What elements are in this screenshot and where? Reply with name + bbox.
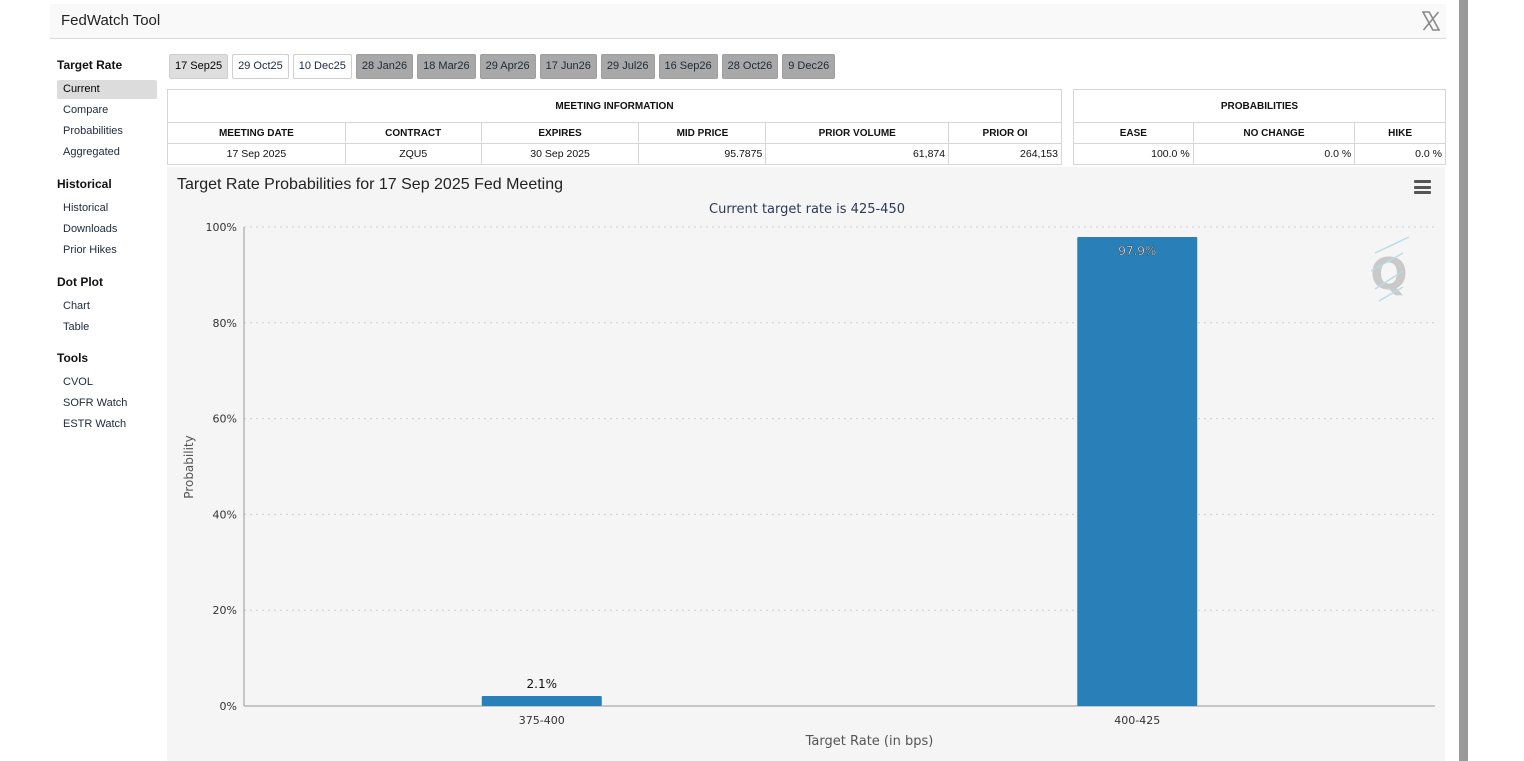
y-tick-label-0: 0% (220, 700, 237, 713)
y-tick-label-5: 100% (206, 221, 237, 234)
meeting-info-header-4: MID PRICE (638, 122, 767, 144)
meeting-information-table: MEETING INFORMATION MEETING DATE CONTRACT… (167, 89, 1062, 165)
probabilities-cell-1: 100.0 % (1073, 143, 1194, 165)
tab-9-dec26[interactable]: 9 Dec26 (782, 54, 836, 79)
meeting-info-cell-2: ZQU5 (344, 143, 482, 165)
sidebar-heading-target-rate: Target Rate (57, 58, 123, 72)
probabilities-header-3: HIKE (1354, 122, 1446, 144)
x-tick-label-375-400: 375-400 (519, 714, 565, 727)
meeting-date-tabs: 17 Sep25 29 Oct25 10 Dec25 28 Jan26 18 Mar26… (169, 54, 836, 79)
sidebar-item-aggregated[interactable]: Aggregated (57, 143, 157, 162)
sidebar-section-historical: Historical Historical Downloads Prior Hikes (57, 175, 157, 262)
tab-18-mar26[interactable]: 18 Mar26 (417, 54, 476, 79)
tab-10-dec25[interactable]: 10 Dec25 (292, 54, 352, 79)
tab-17-sep25[interactable]: 17 Sep25 (169, 54, 229, 79)
tool-title: FedWatch Tool (61, 12, 161, 29)
meeting-info-header-3: EXPIRES (480, 122, 640, 144)
sidebar-heading-historical: Historical (57, 177, 112, 191)
x-logo-icon[interactable] (1422, 11, 1440, 31)
sidebar-item-chart[interactable]: Chart (57, 297, 157, 316)
sidebar-heading-dot-plot: Dot Plot (57, 275, 103, 289)
y-tick-label-2: 40% (213, 508, 237, 521)
sidebar-item-current[interactable]: Current (57, 80, 157, 99)
x-axis-title: Target Rate (in bps) (805, 734, 934, 749)
probabilities-caption: PROBABILITIES (1073, 89, 1446, 123)
bar-400-425 (1077, 237, 1198, 706)
meeting-info-header-2: CONTRACT (344, 122, 482, 144)
tab-16-sep26[interactable]: 16 Sep26 (658, 54, 718, 79)
sidebar-item-historical[interactable]: Historical (57, 199, 157, 218)
probabilities-cell-2: 0.0 % (1192, 143, 1356, 165)
sidebar-item-cvol[interactable]: CVOL (57, 373, 157, 392)
sidebar-section-dot-plot: Dot Plot Chart Table (57, 273, 157, 339)
window-scrollbar[interactable] (1459, 0, 1468, 761)
y-tick-label-4: 80% (213, 317, 237, 330)
sidebar-item-probabilities[interactable]: Probabilities (57, 122, 157, 141)
tab-28-oct26[interactable]: 28 Oct26 (721, 54, 779, 79)
probabilities-header-1: EASE (1073, 122, 1194, 144)
meeting-info-cell-3: 30 Sep 2025 (480, 143, 640, 165)
tab-29-jul26[interactable]: 29 Jul26 (600, 54, 655, 79)
x-tick-label-400-425: 400-425 (1114, 714, 1160, 727)
sidebar-item-sofr-watch[interactable]: SOFR Watch (57, 394, 157, 413)
meeting-info-cell-6: 264,153 (948, 143, 1062, 165)
q-logo-icon: Q (1370, 236, 1410, 302)
meeting-info-header-6: PRIOR OI (948, 122, 1062, 144)
y-tick-label-1: 20% (213, 604, 237, 617)
data-label-375-400: 2.1% (527, 677, 558, 691)
meeting-info-header-5: PRIOR VOLUME (765, 122, 950, 144)
y-tick-label-3: 60% (213, 413, 237, 426)
sidebar-item-table[interactable]: Table (57, 318, 157, 337)
svg-text:Q: Q (1370, 249, 1407, 300)
sidebar-section-tools: Tools CVOL SOFR Watch ESTR Watch (57, 349, 157, 436)
meeting-info-cell-4: 95.7875 (638, 143, 767, 165)
sidebar-item-prior-hikes[interactable]: Prior Hikes (57, 241, 157, 260)
probabilities-cell-3: 0.0 % (1354, 143, 1446, 165)
tab-17-jun26[interactable]: 17 Jun26 (539, 54, 597, 79)
sidebar-heading-tools: Tools (57, 351, 89, 365)
meeting-info-header-1: MEETING DATE (167, 122, 346, 144)
meeting-info-cell-5: 61,874 (765, 143, 950, 165)
sidebar-section-target-rate: Target Rate Current Compare Probabilities Ag… (57, 56, 157, 164)
chart-panel: Target Rate Probabilities for 17 Sep 202… (167, 167, 1445, 761)
data-label-400-425: 97.9% (1118, 244, 1156, 258)
probabilities-table: PROBABILITIES EASE NO CHANGE HIKE 100.0 % 0… (1073, 89, 1446, 165)
tab-28-jan26[interactable]: 28 Jan26 (355, 54, 414, 79)
tab-29-oct25[interactable]: 29 Oct25 (232, 54, 289, 79)
probabilities-header-2: NO CHANGE (1192, 122, 1356, 144)
meeting-info-cell-1: 17 Sep 2025 (167, 143, 346, 165)
bar-375-400 (481, 695, 602, 706)
tool-header: FedWatch Tool (50, 4, 1446, 39)
y-axis-title: Probability (182, 435, 196, 498)
probability-bar-chart: Q Current target rate is 425-450 0% 20% 40%… (182, 202, 1435, 749)
meeting-info-caption: MEETING INFORMATION (167, 89, 1062, 123)
sidebar-item-estr-watch[interactable]: ESTR Watch (57, 415, 157, 434)
tab-29-apr26[interactable]: 29 Apr26 (479, 54, 536, 79)
sidebar-item-downloads[interactable]: Downloads (57, 220, 157, 239)
sidebar-item-compare[interactable]: Compare (57, 101, 157, 120)
chart-subtitle: Current target rate is 425-450 (709, 202, 905, 217)
